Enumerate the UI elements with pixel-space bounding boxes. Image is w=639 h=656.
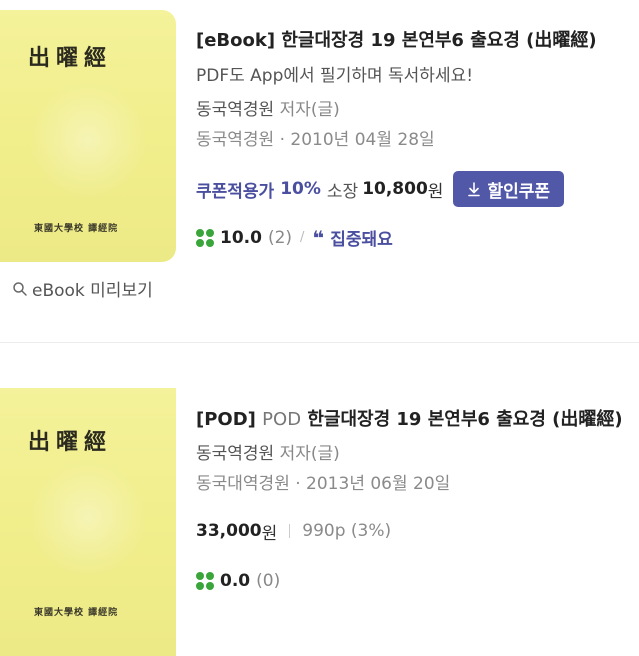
ebook-preview-link[interactable]: eBook 미리보기 <box>12 276 153 301</box>
cover-publisher: 東國大學校 譯經院 <box>34 608 119 618</box>
preview-label: eBook 미리보기 <box>32 281 153 301</box>
cover-title: 出曜經 <box>28 429 113 455</box>
review-count[interactable]: (2) <box>268 228 292 248</box>
author-role: 저자(글) <box>279 100 340 120</box>
download-icon <box>468 182 481 197</box>
search-icon <box>13 281 27 296</box>
cover-title: 出曜經 <box>28 45 113 71</box>
title-text: 한글대장경 19 본연부6 출요경 (出曜經) <box>281 30 597 51</box>
coupon-button-label: 할인쿠폰 <box>487 181 550 202</box>
rating-score: 0.0 <box>220 571 251 591</box>
rating-row: 0.0 (0) <box>196 571 631 591</box>
publisher-date: 동국대역경원 · 2013년 06월 20일 <box>196 474 451 494</box>
price-row: 쿠폰적용가 10% 소장 10,800 원 할인쿠폰 <box>196 171 631 207</box>
book-cover[interactable]: 出曜經 東國大學校 譯經院 <box>0 10 176 262</box>
coupon-price-label: 쿠폰적용가 <box>196 181 275 202</box>
publisher-date: 동국역경원 · 2010년 04월 28일 <box>196 130 435 150</box>
page-count: 990p (3%) <box>302 521 392 541</box>
book-title[interactable]: [eBook] 한글대장경 19 본연부6 출요경 (出曜經) <box>196 28 631 54</box>
title-text: 한글대장경 19 본연부6 출요경 (出曜經) <box>307 409 623 430</box>
book-item: 出曜經 東國大學校 譯經院 [POD] POD 한글대장경 19 본연부6 출요… <box>0 343 639 656</box>
format-tag: [eBook] <box>196 30 276 51</box>
promo-copy: PDF도 App에서 필기하며 독서하세요! <box>196 66 474 86</box>
discount-coupon-button[interactable]: 할인쿠폰 <box>453 171 564 207</box>
format-tag: [POD] <box>196 409 256 430</box>
review-keyword: 집중돼요 <box>330 230 393 250</box>
quote-icon: ❝ <box>312 225 325 250</box>
rating-score: 10.0 <box>220 227 262 248</box>
separator <box>289 524 291 538</box>
discount-percent: 10% <box>280 179 321 199</box>
price-value: 10,800 <box>362 179 428 199</box>
cover-publisher: 東國大學校 譯經院 <box>34 224 119 234</box>
book-cover[interactable]: 出曜經 東國大學校 譯經院 <box>0 388 176 656</box>
pod-label: POD <box>262 409 302 430</box>
currency-unit: 원 <box>261 523 278 544</box>
review-count[interactable]: (0) <box>256 571 280 591</box>
separator: / <box>300 230 305 245</box>
author-name[interactable]: 동국역경원 <box>196 444 274 464</box>
clover-icon <box>196 228 214 247</box>
clover-icon <box>196 572 214 590</box>
currency-unit: 원 <box>427 181 444 202</box>
cover-decoration <box>28 80 148 200</box>
price-value: 33,000 <box>196 521 262 541</box>
author-line: 동국역경원 저자(글) <box>196 97 631 123</box>
cover-decoration <box>28 458 148 578</box>
author-role: 저자(글) <box>279 444 340 464</box>
book-item: 出曜經 東國大學校 譯經院 eBook 미리보기 [eBook] 한글대장경 1… <box>0 0 639 342</box>
price-row: 33,000 원 990p (3%) <box>196 513 631 549</box>
book-info: [POD] POD 한글대장경 19 본연부6 출요경 (出曜經) 동국역경원 … <box>196 407 631 591</box>
author-line: 동국역경원 저자(글) <box>196 441 631 467</box>
rating-row: 10.0 (2) / ❝ 집중돼요 <box>196 225 631 250</box>
book-title[interactable]: [POD] POD 한글대장경 19 본연부6 출요경 (出曜經) <box>196 407 631 433</box>
book-info: [eBook] 한글대장경 19 본연부6 출요경 (出曜經) PDF도 App… <box>196 28 631 250</box>
ownership-label: 소장 <box>326 181 359 202</box>
author-name[interactable]: 동국역경원 <box>196 100 274 120</box>
